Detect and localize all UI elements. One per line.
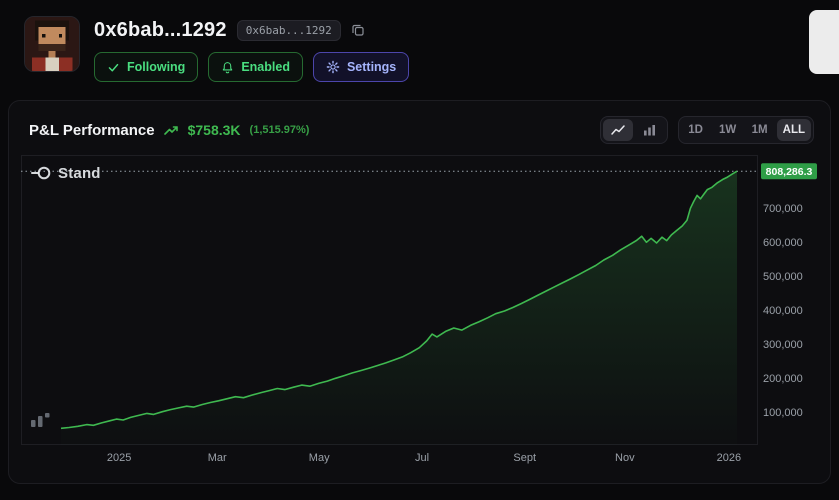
tradingview-logo[interactable] <box>31 413 55 432</box>
following-button-label: Following <box>127 60 185 74</box>
avatar-pixel-art <box>25 17 79 71</box>
gear-icon <box>326 60 340 74</box>
svg-text:2026: 2026 <box>717 452 741 464</box>
timeframe-1w-button[interactable]: 1W <box>713 119 743 141</box>
tradingview-logo-icon <box>31 413 55 427</box>
svg-text:100,000: 100,000 <box>763 407 803 419</box>
svg-text:200,000: 200,000 <box>763 373 803 385</box>
title-row: 0x6bab...1292 0x6bab...1292 <box>94 16 409 44</box>
following-button[interactable]: Following <box>94 52 198 82</box>
copy-address-button[interactable] <box>351 23 365 37</box>
pnl-value: $758.3K <box>188 122 241 138</box>
page-title: 0x6bab...1292 <box>94 19 227 42</box>
svg-text:Nov: Nov <box>615 452 635 464</box>
timeframe-all-button[interactable]: ALL <box>777 119 811 141</box>
settings-button[interactable]: Settings <box>313 52 409 82</box>
chart-controls: 1D 1W 1M ALL <box>600 116 814 144</box>
avatar <box>24 16 80 72</box>
line-chart-toggle-button[interactable] <box>603 119 633 141</box>
action-buttons: Following Enabled <box>94 52 409 82</box>
bar-chart-icon <box>643 124 656 136</box>
card-header: P&L Performance $758.3K (1,515.97%) <box>9 101 830 155</box>
svg-text:Sept: Sept <box>513 452 536 464</box>
svg-text:600,000: 600,000 <box>763 237 803 249</box>
svg-text:2025: 2025 <box>107 452 131 464</box>
address-badge: 0x6bab...1292 <box>237 20 341 41</box>
settings-button-label: Settings <box>347 60 396 74</box>
copy-icon <box>351 23 365 37</box>
bell-icon <box>221 61 234 74</box>
svg-text:May: May <box>309 452 330 464</box>
pnl-summary: P&L Performance $758.3K (1,515.97%) <box>29 122 309 139</box>
svg-text:Mar: Mar <box>208 452 227 464</box>
pnl-chart-svg[interactable]: 100,000 200,000 300,000 400,000 500,000 600,0… <box>21 155 818 473</box>
bar-chart-toggle-button[interactable] <box>635 119 665 141</box>
svg-text:500,000: 500,000 <box>763 271 803 283</box>
svg-text:700,000: 700,000 <box>763 203 803 215</box>
timeframe-1m-button[interactable]: 1M <box>745 119 775 141</box>
check-icon <box>107 61 120 74</box>
alerts-enabled-button[interactable]: Enabled <box>208 52 303 82</box>
line-chart-icon <box>611 124 625 136</box>
pnl-chart[interactable]: 100,000 200,000 300,000 400,000 500,000 600,0… <box>21 155 818 473</box>
trend-up-icon <box>164 125 179 136</box>
address-badge-text: 0x6bab...1292 <box>246 24 332 37</box>
pnl-percent: (1,515.97%) <box>250 124 310 136</box>
chart-type-toggle <box>600 116 668 144</box>
timeframe-1d-button[interactable]: 1D <box>681 119 711 141</box>
overlay-panel-edge[interactable] <box>809 10 839 74</box>
timeframe-selector: 1D 1W 1M ALL <box>678 116 814 144</box>
card-title: P&L Performance <box>29 122 155 139</box>
svg-text:Jul: Jul <box>415 452 429 464</box>
enabled-button-label: Enabled <box>241 60 290 74</box>
pnl-performance-card: P&L Performance $758.3K (1,515.97%) <box>8 100 831 484</box>
profile-header: 0x6bab...1292 0x6bab...1292 Following <box>0 0 839 90</box>
svg-text:808,286.3: 808,286.3 <box>766 166 813 178</box>
svg-text:400,000: 400,000 <box>763 305 803 317</box>
svg-text:300,000: 300,000 <box>763 339 803 351</box>
